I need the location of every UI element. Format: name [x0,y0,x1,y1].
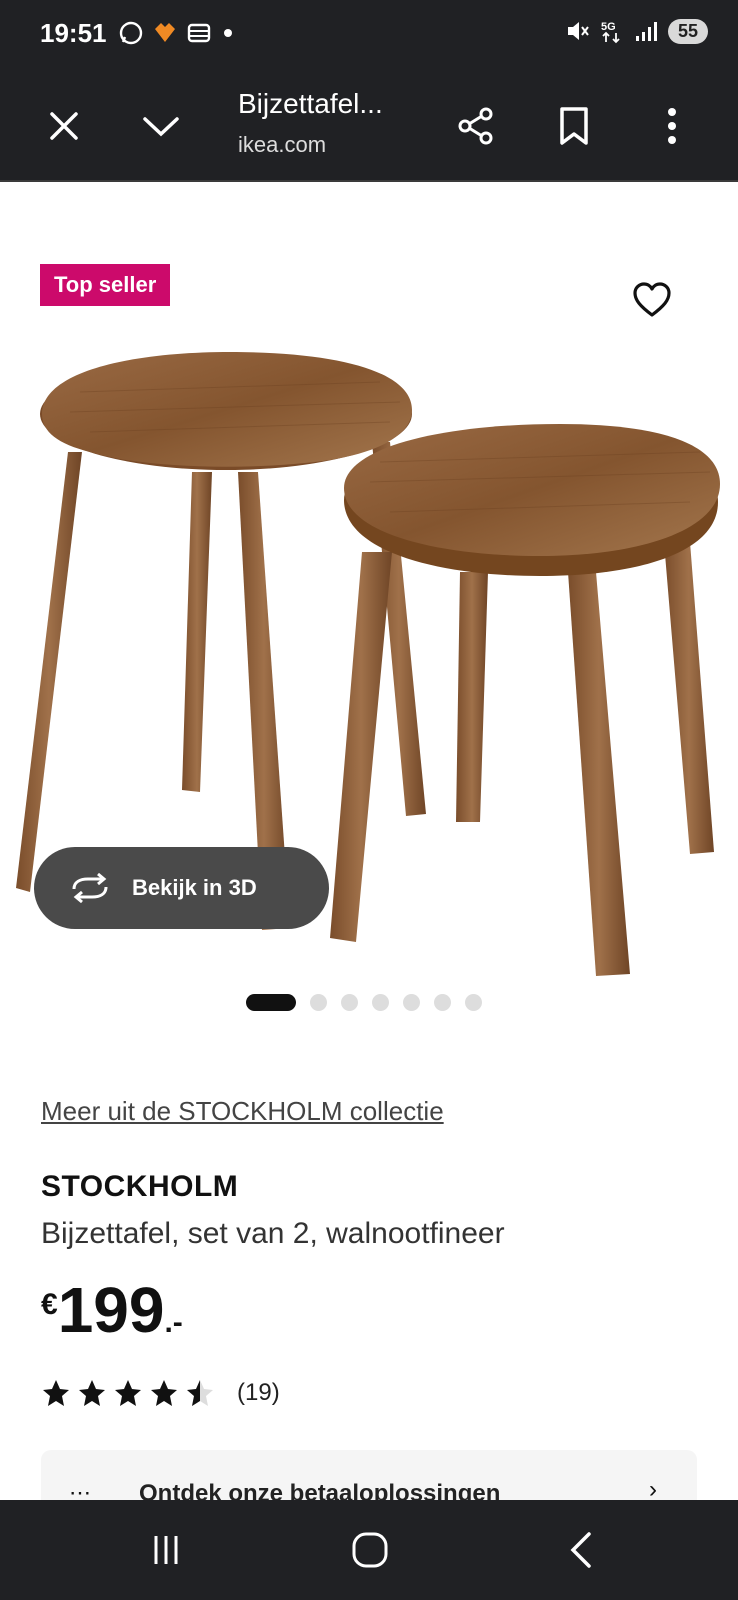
home-icon [352,1532,388,1568]
product-rating[interactable]: (19) [41,1378,280,1408]
collection-link[interactable]: Meer uit de STOCKHOLM collectie [41,1096,444,1127]
svg-text:5G: 5G [601,21,616,33]
view-in-3d-button[interactable]: Bekijk in 3D [34,847,329,929]
rating-count: (19) [237,1379,280,1406]
carousel-dot[interactable] [434,994,451,1011]
status-notification-icons [118,20,236,46]
bookmark-icon [560,107,588,145]
more-options-button[interactable] [644,98,700,154]
back-button[interactable] [550,1520,610,1580]
collapse-button[interactable] [133,98,189,154]
status-bar: 19:51 5G 55 [0,0,738,70]
price-currency: € [41,1288,58,1321]
carousel-dot[interactable] [341,994,358,1011]
more-vertical-icon [668,108,676,144]
battery-indicator: 55 [667,18,708,44]
star-full-icon [151,1380,177,1406]
carousel-dot[interactable] [246,994,296,1011]
product-price: € 199 .- [41,1278,183,1342]
system-navigation-bar [0,1500,738,1600]
price-amount: 199 [57,1274,165,1346]
image-carousel-dots [246,994,482,1011]
status-system-icons: 5G 55 [564,18,708,44]
dot-icon [224,29,232,37]
star-half-icon [187,1380,213,1406]
recent-apps-button[interactable] [136,1520,196,1580]
star-full-icon [43,1380,69,1406]
top-seller-badge: Top seller [40,264,171,306]
page-title: Bijzettafel... [238,88,383,119]
browser-toolbar: Bijzettafel... ikea.com [0,70,738,182]
close-icon [50,112,78,140]
mute-icon [567,22,589,40]
payment-options-label: Ontdek onze betaaloplossingen [139,1480,501,1500]
recent-apps-icon [154,1536,178,1564]
carousel-dot[interactable] [372,994,389,1011]
share-button[interactable] [448,98,504,154]
5g-icon: 5G [601,21,620,44]
status-time: 19:51 [40,18,107,48]
chevron-down-icon [143,117,179,137]
product-name: STOCKHOLM [41,1170,239,1203]
close-button[interactable] [36,98,92,154]
payment-options-card[interactable]: ⋯ Ontdek onze betaaloplossingen › [41,1450,697,1500]
carousel-dot[interactable] [403,994,420,1011]
page-url: ikea.com [238,132,327,157]
chevron-right-icon: › [649,1476,657,1500]
back-icon [570,1532,591,1568]
home-button[interactable] [340,1520,400,1580]
app-icon [155,23,175,42]
favorite-button[interactable] [630,278,674,322]
rotate-3d-icon [72,873,108,903]
bookmark-button[interactable] [546,98,602,154]
product-description: Bijzettafel, set van 2, walnootfineer [41,1217,505,1250]
price-decimals: .- [164,1306,183,1339]
share-icon [458,107,493,145]
stack-icon [187,23,211,43]
signal-icon [635,22,657,41]
carousel-dot[interactable] [310,994,327,1011]
whatsapp-icon [119,21,143,45]
view-in-3d-label: Bekijk in 3D [132,875,257,900]
page-content: Top seller Bekijk in 3D Meer uit de STOC… [0,182,738,1500]
star-full-icon [79,1380,105,1406]
star-full-icon [115,1380,141,1406]
carousel-dot[interactable] [465,994,482,1011]
payment-icon: ⋯ [69,1480,91,1500]
heart-icon [633,282,671,317]
